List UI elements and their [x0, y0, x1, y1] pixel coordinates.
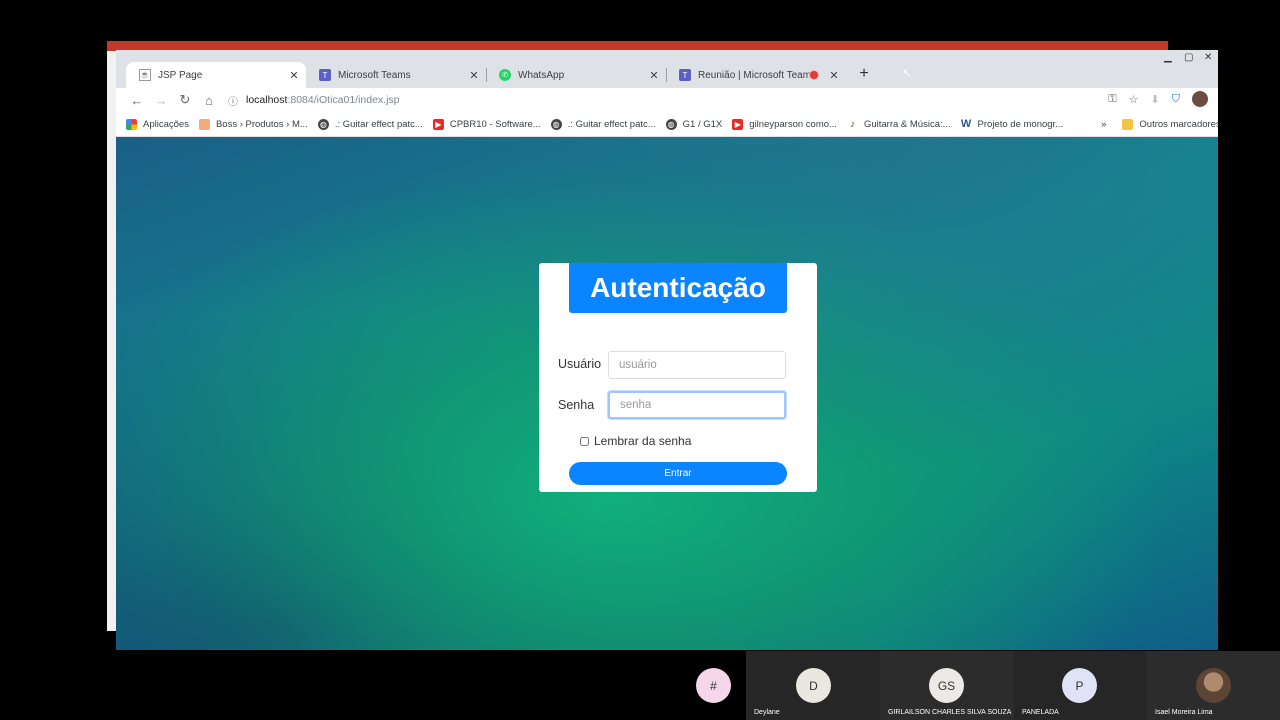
- browser-toolbar: ← → ↻ ⌂ ⓘ localhost:8084/iOtica01/index.…: [116, 88, 1218, 112]
- whatsapp-icon: ✆: [499, 69, 511, 81]
- bookmarks-bar: Aplicações Boss › Produtos › M... ◍ .: G…: [116, 112, 1218, 137]
- profile-avatar[interactable]: [1192, 91, 1208, 107]
- bookmark-label: Boss › Produtos › M...: [215, 118, 308, 130]
- globe-icon: ◍: [550, 118, 562, 130]
- bookmark-item[interactable]: ◍ .: Guitar effect patc...: [550, 118, 656, 130]
- url-path: :8084/iOtica01/index.jsp: [287, 94, 400, 106]
- tab-title: Microsoft Teams: [338, 69, 411, 81]
- login-card: Autenticação Usuário Senha Lembrar da se…: [539, 263, 817, 492]
- participant-tile[interactable]: GS GIRLAILSON CHARLES SILVA SOUZA: [880, 651, 1014, 720]
- address-bar[interactable]: ⓘ localhost:8084/iOtica01/index.jsp: [228, 90, 1068, 110]
- guitar-icon: ♪: [849, 118, 855, 130]
- tab-whatsapp[interactable]: ✆ WhatsApp ✕: [486, 62, 666, 88]
- meeting-participants-bar: # D Deylane GS GIRLAILSON CHARLES SILVA …: [0, 651, 1280, 720]
- bookmark-item[interactable]: ♪ Guitarra & Música:...: [847, 119, 951, 130]
- maximize-icon[interactable]: ▢: [1184, 52, 1193, 63]
- participant-name: PANELADA: [1022, 709, 1059, 716]
- globe-icon: ◍: [317, 118, 329, 130]
- download-icon[interactable]: ⬇: [1151, 93, 1160, 106]
- bookmark-label: Guitarra & Música:...: [863, 118, 951, 130]
- apps-grid-icon: [126, 118, 137, 130]
- home-icon[interactable]: ⌂: [197, 93, 221, 108]
- participant-name: GIRLAILSON CHARLES SILVA SOUZA: [888, 709, 1012, 716]
- bookmark-label: CPBR10 - Software...: [449, 118, 541, 130]
- login-button[interactable]: Entrar: [569, 462, 787, 485]
- bookmark-label: .: Guitar effect patc...: [567, 118, 656, 130]
- bookmark-item[interactable]: W Projeto de monogr...: [960, 118, 1064, 130]
- shield-extension-icon[interactable]: ⛉: [1172, 93, 1180, 106]
- user-label: Usuário: [558, 357, 602, 371]
- participant-avatar: #: [696, 668, 731, 703]
- bookmark-label: gilneyparson como...: [749, 118, 837, 130]
- bookmark-label: .: Guitar effect patc...: [334, 118, 423, 130]
- other-bookmarks-folder[interactable]: Outros marcadores: [1122, 118, 1218, 130]
- close-icon[interactable]: ✕: [466, 69, 482, 82]
- tab-title: Reunião | Microsoft Teams: [698, 69, 810, 81]
- close-window-icon[interactable]: ✕: [1204, 52, 1212, 63]
- participant-tile[interactable]: P PANELADA: [1014, 651, 1147, 720]
- globe-icon: ◍: [665, 118, 677, 130]
- recording-icon: [810, 71, 818, 79]
- tab-title: JSP Page: [158, 69, 203, 81]
- url-host: localhost: [246, 94, 288, 106]
- bookmark-item[interactable]: ◍ G1 / G1X: [665, 118, 723, 130]
- star-icon[interactable]: ☆: [1129, 93, 1139, 106]
- tab-microsoft-teams[interactable]: T Microsoft Teams ✕: [306, 62, 486, 88]
- browser-window: ☕ JSP Page ✕ T Microsoft Teams ✕ ✆ Whats…: [116, 50, 1218, 650]
- close-icon[interactable]: ✕: [646, 69, 662, 82]
- key-icon[interactable]: ⚿: [1108, 93, 1116, 106]
- close-icon[interactable]: ✕: [286, 69, 302, 82]
- forward-arrow-icon[interactable]: →: [149, 93, 173, 108]
- bookmark-item[interactable]: Aplicações: [126, 118, 189, 130]
- participant-tile[interactable]: D Deylane: [746, 651, 880, 720]
- tab-teams-meeting[interactable]: T Reunião | Microsoft Teams ✕: [666, 62, 846, 88]
- participant-avatar: P: [1062, 668, 1097, 703]
- participant-tile[interactable]: Isael Moreira Lima: [1147, 651, 1280, 720]
- remember-password[interactable]: Lembrar da senha: [580, 434, 691, 448]
- bookmark-label: Projeto de monogr...: [977, 118, 1064, 130]
- bookmark-label: Aplicações: [143, 118, 189, 130]
- participant-name: Isael Moreira Lima: [1155, 709, 1213, 716]
- bookmark-label: Outros marcadores: [1139, 118, 1218, 130]
- back-arrow-icon[interactable]: ←: [125, 93, 149, 108]
- tab-title: WhatsApp: [518, 69, 565, 81]
- teams-icon: T: [679, 69, 691, 81]
- jsp-page-icon: ☕: [139, 69, 151, 81]
- bookmark-item[interactable]: ▶ CPBR10 - Software...: [432, 118, 541, 130]
- password-label: Senha: [558, 398, 595, 412]
- remember-checkbox[interactable]: [580, 436, 589, 446]
- info-icon[interactable]: ⓘ: [228, 93, 238, 108]
- participant-avatar: GS: [929, 668, 964, 703]
- reload-icon[interactable]: ↻: [173, 92, 197, 108]
- youtube-icon: ▶: [732, 118, 744, 130]
- folder-icon: [1122, 118, 1134, 130]
- participant-avatar: D: [796, 668, 831, 703]
- folder-icon: [198, 118, 210, 130]
- youtube-icon: ▶: [432, 118, 444, 130]
- new-tab-button[interactable]: +: [854, 64, 874, 84]
- bookmark-item[interactable]: ◍ .: Guitar effect patc...: [317, 118, 423, 130]
- bookmark-item[interactable]: ▶ gilneyparson como...: [732, 118, 837, 130]
- password-input[interactable]: [608, 391, 786, 419]
- tab-jsp-page[interactable]: ☕ JSP Page ✕: [126, 62, 306, 88]
- minimize-icon[interactable]: ▁: [1164, 52, 1172, 63]
- remember-label: Lembrar da senha: [594, 434, 692, 448]
- participant-photo-avatar: [1196, 668, 1231, 703]
- participant-name: Deylane: [754, 709, 780, 716]
- login-title: Autenticação: [569, 263, 787, 313]
- user-input[interactable]: [608, 351, 786, 379]
- close-icon[interactable]: ✕: [826, 69, 842, 82]
- tab-bar: ☕ JSP Page ✕ T Microsoft Teams ✕ ✆ Whats…: [116, 50, 1218, 88]
- word-w-icon: W: [960, 118, 972, 130]
- mouse-cursor-icon: ↖: [902, 66, 913, 80]
- page-content: Autenticação Usuário Senha Lembrar da se…: [116, 137, 1218, 650]
- bookmark-label: G1 / G1X: [682, 118, 723, 130]
- bookmark-item[interactable]: Boss › Produtos › M...: [198, 118, 308, 130]
- participant-tile[interactable]: #: [680, 651, 746, 720]
- teams-icon: T: [319, 69, 331, 81]
- more-bookmarks-button[interactable]: »: [1101, 119, 1106, 130]
